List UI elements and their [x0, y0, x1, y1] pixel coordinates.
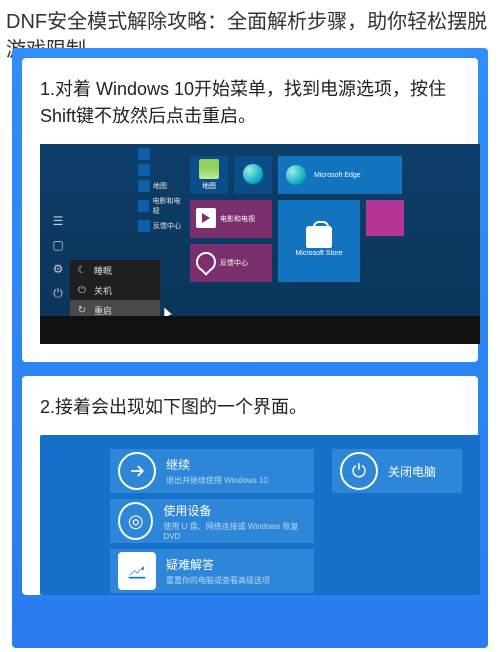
mouse-cursor-icon — [164, 307, 176, 323]
shutdown-icon: ⏻ — [76, 285, 88, 296]
store-icon — [306, 226, 332, 248]
power-icon: ⏻ — [340, 452, 378, 490]
power-shutdown[interactable]: ⏻关机 — [70, 280, 160, 300]
start-menu-tiles: 地图 Microsoft Edge 电影和电视 Microsoft Store … — [190, 150, 472, 312]
tile-ms-store[interactable]: Microsoft Store — [278, 200, 360, 282]
step-2-text: 2.接着会出现如下图的一个界面。 — [40, 394, 460, 421]
app-list-item: 反馈中心 — [138, 220, 186, 232]
video-icon — [196, 208, 216, 228]
tutorial-frame: 1.对着 Windows 10开始菜单，找到电源选项，按住 Shift键不放然后… — [12, 48, 488, 648]
user-icon[interactable]: ☰ — [49, 214, 67, 232]
restart-icon: ↻ — [76, 305, 88, 316]
edge-icon — [243, 164, 263, 184]
edge-icon — [286, 165, 306, 185]
tile-onenote[interactable] — [366, 200, 404, 236]
screenshot-start-menu: 地图 电影和电视 反馈中心 地图 Microsoft Edge 电影和电视 Mi… — [40, 144, 480, 344]
sleep-icon: ☾ — [76, 265, 88, 276]
taskbar: ⊞ 🔍 ˄ 🖧 🔊 英 16:44 2021/1/29 ▭ — [40, 316, 480, 344]
tray-network-icon[interactable]: 🖧 — [382, 323, 391, 337]
winre-continue[interactable]: 继续 退出并继续使用 Windows 10 — [110, 449, 314, 493]
notification-icon[interactable]: ▭ — [468, 326, 476, 335]
step-1-text: 1.对着 Windows 10开始菜单，找到电源选项，按住 Shift键不放然后… — [40, 76, 460, 130]
settings-icon[interactable]: ⚙ — [49, 262, 67, 280]
tray-chevron-icon[interactable]: ˄ — [371, 326, 376, 335]
app-list-item: 电影和电视 — [138, 196, 186, 216]
winre-use-device[interactable]: ◎ 使用设备 使用 U 盘、网络连接或 Windows 恢复 DVD — [110, 499, 314, 543]
power-icon[interactable]: ⏻ — [49, 286, 67, 304]
taskbar-clock[interactable]: 16:44 2021/1/29 — [427, 321, 463, 339]
winre-shutdown[interactable]: ⏻ 关闭电脑 — [332, 449, 462, 493]
power-restart[interactable]: ↻重启 — [70, 300, 160, 320]
step-1-card: 1.对着 Windows 10开始菜单，找到电源选项，按住 Shift键不放然后… — [22, 58, 478, 362]
map-icon — [199, 159, 219, 179]
disc-icon: ◎ — [118, 502, 153, 540]
arrow-right-icon — [118, 452, 156, 490]
tile-movies-tv[interactable]: 电影和电视 — [190, 200, 272, 238]
search-icon[interactable]: 🔍 — [62, 323, 77, 337]
feedback-icon — [196, 252, 216, 272]
screenshot-winre: 继续 退出并继续使用 Windows 10 ⏻ 关闭电脑 ◎ 使用设备 使用 U… — [40, 435, 480, 595]
tile-edge-wide[interactable]: Microsoft Edge — [278, 156, 402, 194]
picture-icon[interactable]: ▢ — [49, 238, 67, 256]
step-2-card: 2.接着会出现如下图的一个界面。 继续 退出并继续使用 Windows 10 ⏻… — [22, 376, 478, 595]
tray-volume-icon[interactable]: 🔊 — [397, 326, 407, 335]
tile-maps[interactable]: 地图 — [190, 156, 228, 194]
ime-indicator[interactable]: 英 — [413, 325, 421, 336]
tile-edge-small[interactable] — [234, 156, 272, 194]
start-button-icon[interactable]: ⊞ — [44, 322, 56, 339]
app-list-item — [138, 148, 186, 160]
app-list-item — [138, 164, 186, 176]
power-sleep[interactable]: ☾睡眠 — [70, 260, 160, 280]
winre-troubleshoot[interactable]: 疑难解答 重置你的电脑或查看高级选项 — [110, 549, 314, 593]
start-menu-rail: ☰ ▢ ⚙ ⏻ — [46, 208, 70, 310]
app-list-item: 地图 — [138, 180, 186, 192]
power-flyout: ☾睡眠 ⏻关机 ↻重启 — [70, 260, 160, 320]
system-tray: ˄ 🖧 🔊 英 16:44 2021/1/29 ▭ — [371, 321, 476, 339]
tile-feedback-hub[interactable]: 反馈中心 — [190, 244, 272, 282]
tools-icon — [118, 552, 156, 590]
